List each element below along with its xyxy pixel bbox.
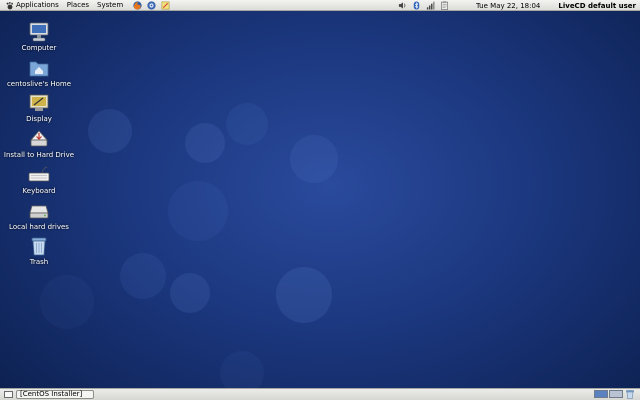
places-menu[interactable]: Places <box>63 0 93 11</box>
bluetooth-icon[interactable] <box>412 1 421 10</box>
desktop-icon-trash[interactable]: Trash <box>0 235 78 266</box>
computer-icon <box>29 22 49 42</box>
show-desktop-button[interactable] <box>4 391 13 398</box>
desktop-icon-label: Display <box>26 115 52 123</box>
desktop-icon-home[interactable]: centoslive's Home <box>0 57 78 88</box>
trash-icon <box>31 237 47 256</box>
gnome-foot-icon <box>6 1 13 9</box>
taskbar-item-label: [CentOS Installer] <box>20 390 83 398</box>
desktop-background: Computer centoslive's Home Display Insta… <box>0 11 640 388</box>
notes-icon[interactable] <box>161 1 170 10</box>
desktop-icon-computer[interactable]: Computer <box>0 21 78 52</box>
desktop-icon-keyboard[interactable]: Keyboard <box>0 164 78 195</box>
workspace-1[interactable] <box>594 390 608 398</box>
desktop-icon-hard-drives[interactable]: Local hard drives <box>0 200 78 231</box>
wallpaper-bubble <box>120 253 166 299</box>
workspace-2[interactable] <box>609 390 623 398</box>
wallpaper-bubble <box>88 109 132 153</box>
notification-area: Tue May 22, 18:04 LiveCD default user <box>398 0 640 11</box>
menu-bar: Applications Places System <box>2 0 170 11</box>
places-menu-label: Places <box>66 1 90 9</box>
wallpaper-bubble <box>276 267 332 323</box>
bottom-panel: [CentOS Installer] <box>0 388 640 400</box>
desktop-icon-display[interactable]: Display <box>0 92 78 123</box>
desktop-icon-label: Local hard drives <box>9 223 69 231</box>
wallpaper-bubble <box>226 103 268 145</box>
desktop-icon-label: Trash <box>29 258 49 266</box>
network-signal-icon[interactable] <box>426 1 435 10</box>
desktop-icon-label: centoslive's Home <box>6 80 72 88</box>
applications-menu-label: Applications <box>16 1 59 9</box>
hard-drive-icon <box>29 205 49 219</box>
install-icon <box>30 130 48 147</box>
wallpaper-bubble <box>40 275 94 329</box>
clock[interactable]: Tue May 22, 18:04 <box>476 2 540 10</box>
wallpaper-bubble <box>290 135 338 183</box>
desktop-icon-label: Keyboard <box>22 187 56 195</box>
display-icon <box>29 94 49 111</box>
desktop-icon-label: Install to Hard Drive <box>3 151 75 159</box>
wallpaper-bubble <box>170 273 210 313</box>
panel-launchers <box>133 1 170 10</box>
desktop-icon-label: Computer <box>21 44 57 52</box>
wallpaper-bubble <box>220 351 264 388</box>
applications-menu[interactable]: Applications <box>2 0 63 11</box>
evolution-icon[interactable] <box>147 1 156 10</box>
firefox-icon[interactable] <box>133 1 142 10</box>
workspace-switcher <box>594 390 623 398</box>
wallpaper-bubble <box>168 181 228 241</box>
desktop-icon-install[interactable]: Install to Hard Drive <box>0 128 78 159</box>
top-panel: Applications Places System Tue May 22, 1… <box>0 0 640 11</box>
wallpaper-bubble <box>185 123 225 163</box>
user-switcher[interactable]: LiveCD default user <box>558 2 636 10</box>
clipboard-icon[interactable] <box>440 1 449 10</box>
keyboard-icon <box>28 166 50 182</box>
volume-icon[interactable] <box>398 1 407 10</box>
system-menu-label: System <box>97 1 124 9</box>
system-menu[interactable]: System <box>93 0 127 11</box>
home-folder-icon <box>29 61 49 77</box>
trash-applet-icon[interactable] <box>626 390 634 399</box>
taskbar-item-centos-installer[interactable]: [CentOS Installer] <box>16 390 94 399</box>
